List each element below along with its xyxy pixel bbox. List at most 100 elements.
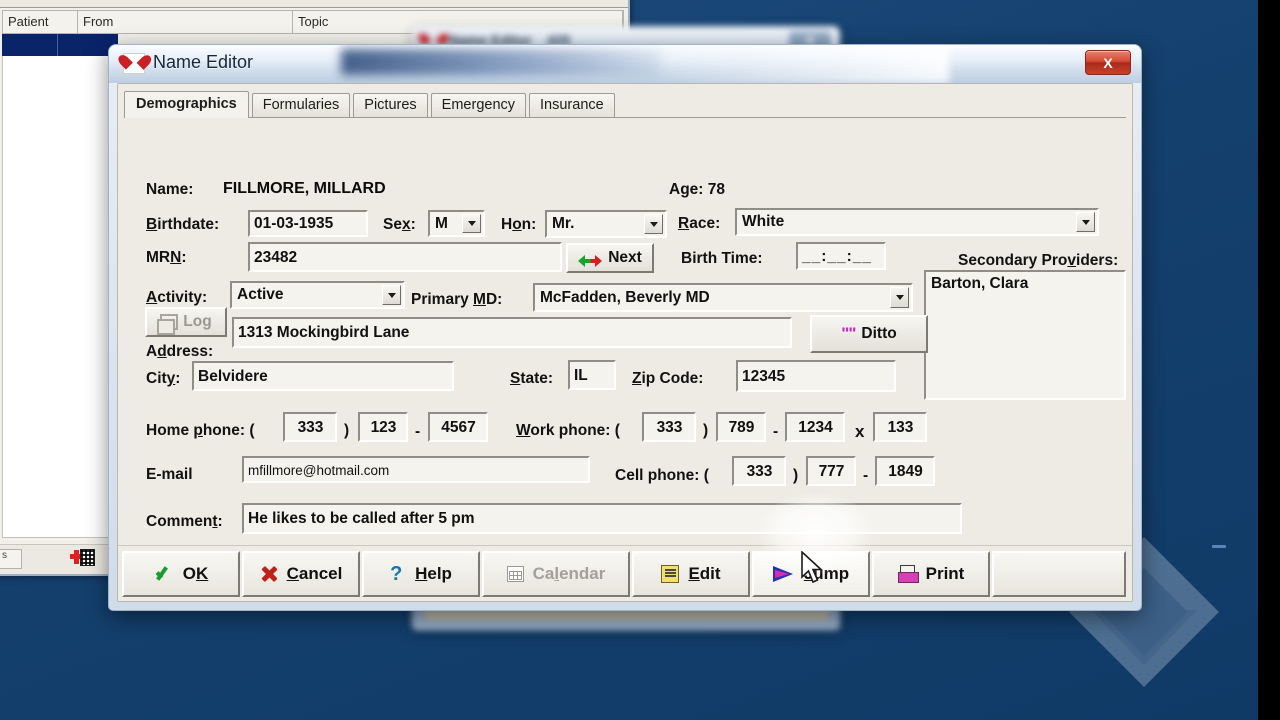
next-button[interactable]: Next <box>566 243 654 273</box>
work-phone-extension-field[interactable]: 133 <box>873 412 927 442</box>
demographics-form: Name: FILLMORE, MILLARD Age: 78 Birthdat… <box>118 118 1132 581</box>
title-bar-blur-artifact <box>341 49 661 75</box>
jump-icon <box>772 565 795 582</box>
dialog-client-area: Demographics Formularies Pictures Emerge… <box>117 83 1133 602</box>
help-button[interactable]: ? Help <box>362 550 480 597</box>
edit-icon <box>661 564 680 583</box>
chevron-down-icon[interactable] <box>1076 212 1095 232</box>
next-button-label: Next <box>608 249 642 266</box>
desktop-small-dash-mark <box>1212 545 1226 548</box>
question-icon: ? <box>390 562 403 585</box>
address-field[interactable]: 1313 Mockingbird Lane <box>232 317 792 348</box>
city-field[interactable]: Belvidere <box>192 361 454 391</box>
cell-phone-prefix-field[interactable]: 777 <box>806 456 856 486</box>
cancel-button[interactable]: Cancel <box>242 550 360 597</box>
work-phone-label: Work phone: ( <box>516 422 620 439</box>
activity-dropdown[interactable]: Active <box>230 281 405 309</box>
home-phone-area-field[interactable]: 333 <box>283 412 337 442</box>
home-phone-line-field[interactable]: 4567 <box>428 412 488 442</box>
race-dropdown[interactable]: White <box>735 208 1099 236</box>
column-header-patient[interactable]: Patient <box>3 11 78 33</box>
email-label: E-mail <box>146 466 193 483</box>
address-label: Address: <box>146 343 214 360</box>
background-tab-strip[interactable]: DateBook Drugs Images Lab Meds Messages … <box>0 0 628 8</box>
edit-button[interactable]: Edit <box>632 550 750 597</box>
calendar-button: Calendar <box>482 550 630 597</box>
birthdate-label: Birthdate: <box>146 216 220 233</box>
state-field[interactable]: IL <box>568 360 616 390</box>
birthdate-field[interactable]: 01-03-1935 <box>248 210 368 237</box>
primary-md-label: Primary MD: <box>411 291 503 308</box>
age-label: Age: 78 <box>669 181 725 198</box>
status-bar-cell: s <box>0 549 22 569</box>
desktop-background: DateBook Drugs Images Lab Meds Messages … <box>0 0 1280 720</box>
print-button-label: Print <box>925 563 965 583</box>
jump-button[interactable]: Jump <box>752 550 870 597</box>
secondary-providers-list[interactable]: Barton, Clara <box>924 270 1126 400</box>
edit-button-label: Edit <box>688 563 721 583</box>
chevron-down-icon[interactable] <box>890 287 909 308</box>
activity-value: Active <box>237 286 284 303</box>
red-cross-grid-icon[interactable] <box>70 547 96 569</box>
work-phone-prefix-field[interactable]: 789 <box>716 412 766 442</box>
zip-code-field[interactable]: 12345 <box>736 360 896 392</box>
print-button[interactable]: Print <box>872 550 990 597</box>
tab-pictures[interactable]: Pictures <box>353 93 428 117</box>
sex-dropdown[interactable]: M <box>428 210 485 237</box>
cell-phone-area-field[interactable]: 333 <box>732 456 786 486</box>
ok-button[interactable]: OK <box>122 550 240 597</box>
work-phone-area-field[interactable]: 333 <box>642 412 696 442</box>
name-editor-dialog[interactable]: Name Editor X Demographics Formularies P… <box>108 44 1142 611</box>
activity-label: Activity: <box>146 289 208 306</box>
work-phone-ext-separator: x <box>855 422 865 441</box>
email-field[interactable]: mfillmore@hotmail.com <box>242 456 590 483</box>
tab-demographics[interactable]: Demographics <box>124 91 249 118</box>
sex-value: M <box>435 214 448 232</box>
dialog-title-bar[interactable]: Name Editor X <box>109 45 1141 83</box>
background-selected-row[interactable] <box>2 34 118 56</box>
next-arrows-icon <box>578 252 603 267</box>
chevron-down-icon[interactable] <box>644 214 663 234</box>
mrn-field[interactable]: 23482 <box>248 242 562 272</box>
home-phone-close-paren: ) <box>344 422 350 439</box>
screen-right-letterbox <box>1258 0 1280 720</box>
home-phone-prefix-field[interactable]: 123 <box>358 412 408 442</box>
hon-dropdown[interactable]: Mr. <box>545 210 667 238</box>
chevron-down-icon[interactable] <box>382 285 401 305</box>
home-phone-label: Home phone: ( <box>146 422 255 439</box>
dialog-tab-strip[interactable]: Demographics Formularies Pictures Emerge… <box>124 91 1126 118</box>
primary-md-dropdown[interactable]: McFadden, Beverly MD <box>533 283 913 312</box>
log-button-label: Log <box>183 313 212 330</box>
secondary-providers-label: Secondary Providers: <box>958 252 1119 269</box>
button-bar-filler <box>992 550 1126 597</box>
cell-phone-close-paren: ) <box>793 467 799 484</box>
cancel-button-label: Cancel <box>286 563 343 583</box>
ditto-button-label: Ditto <box>861 325 897 342</box>
jump-button-label: Jump <box>803 563 850 583</box>
sex-label: Sex: <box>383 216 416 233</box>
tab-formularies[interactable]: Formularies <box>251 93 351 117</box>
tab-insurance[interactable]: Insurance <box>529 93 615 117</box>
state-label: State: <box>510 370 554 387</box>
chevron-down-icon[interactable] <box>462 214 481 233</box>
dialog-button-bar: OK Cancel ? Help Calendar Edit Jump Prin… <box>118 545 1132 601</box>
close-icon[interactable]: X <box>1085 50 1131 75</box>
cell-phone-dash: - <box>863 467 869 484</box>
check-icon <box>154 564 174 584</box>
city-label: City: <box>146 370 181 387</box>
ditto-button[interactable]: "" Ditto <box>810 315 928 353</box>
hon-label: Hon: <box>501 216 537 233</box>
list-item[interactable]: Barton, Clara <box>931 275 1124 293</box>
primary-md-value: McFadden, Beverly MD <box>540 288 710 306</box>
help-button-label: Help <box>415 563 452 583</box>
work-phone-line-field[interactable]: 1234 <box>785 412 845 442</box>
tab-emergency[interactable]: Emergency <box>430 93 527 117</box>
birth-time-field[interactable]: __:__:__ <box>796 242 886 270</box>
calendar-button-label: Calendar <box>532 563 606 583</box>
cell-phone-line-field[interactable]: 1849 <box>875 456 935 486</box>
work-phone-dash: - <box>773 423 779 440</box>
title-bar-sheen <box>649 45 949 83</box>
comment-field[interactable]: He likes to be called after 5 pm <box>242 503 962 534</box>
log-button: Log <box>145 307 227 337</box>
column-header-from[interactable]: From <box>78 11 293 33</box>
